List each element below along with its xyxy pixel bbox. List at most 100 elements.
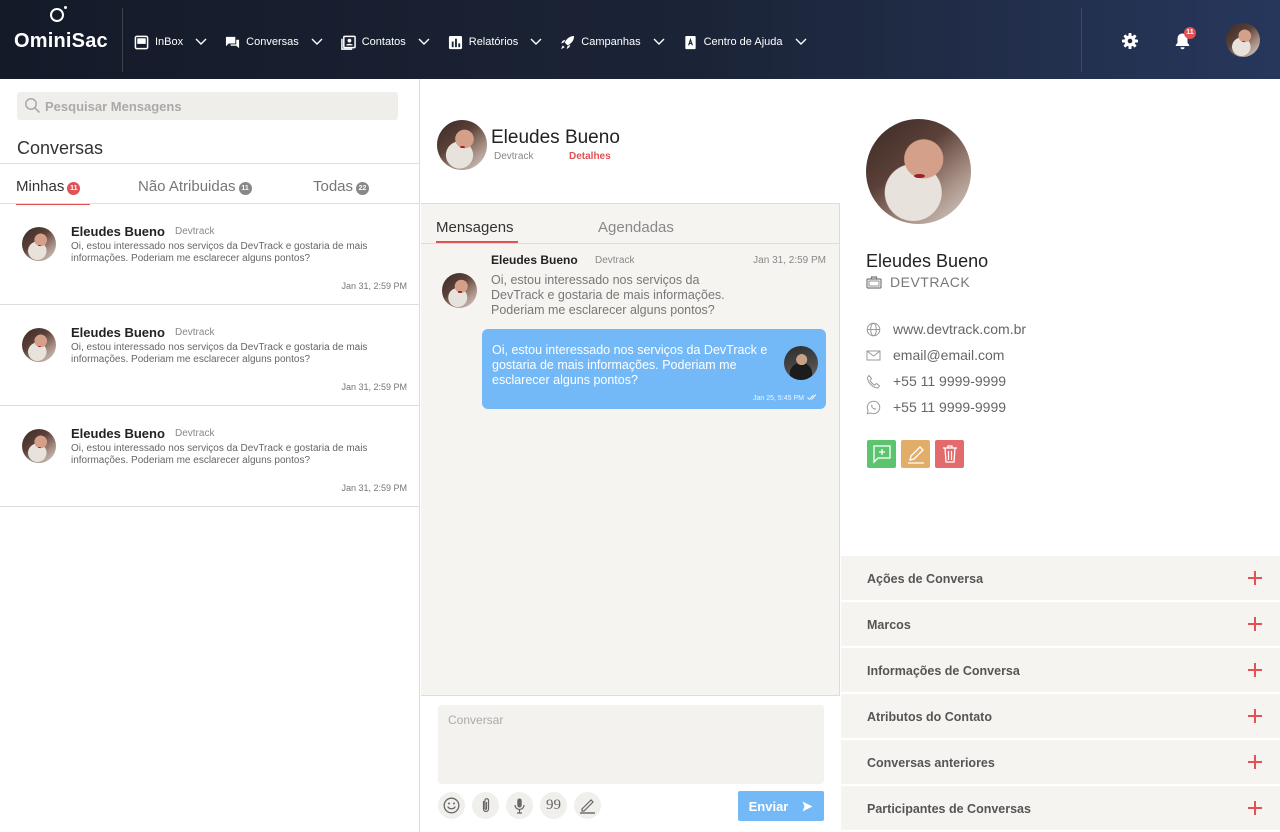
- avatar: [866, 119, 971, 224]
- list-item[interactable]: Eleudes Bueno Devtrack Oi, estou interes…: [0, 406, 420, 507]
- details-link[interactable]: Detalhes: [569, 151, 611, 162]
- conversation-tabs: Minhas 11 Não Atribuidas 11 Todas 22: [0, 175, 420, 205]
- tab-todas[interactable]: Todas 22: [313, 178, 370, 195]
- section-conversas-anteriores[interactable]: Conversas anteriores: [841, 740, 1280, 785]
- tab-label: Todas: [313, 178, 354, 195]
- section-label: Marcos: [867, 618, 911, 632]
- message-preview: Oi, estou interessado nos serviços da De…: [71, 241, 368, 264]
- mic-button[interactable]: [506, 792, 533, 819]
- quote-button[interactable]: 99: [540, 792, 567, 819]
- website-row: www.devtrack.com.br: [866, 321, 1026, 337]
- message-text: Oi, estou interessado nos serviços da De…: [492, 343, 768, 387]
- section-participantes-de-conversas[interactable]: Participantes de Conversas: [841, 786, 1280, 831]
- divider: [1081, 8, 1082, 72]
- company-name: DEVTRACK: [890, 274, 971, 290]
- double-check-icon: [807, 394, 817, 401]
- logo-mark: [50, 6, 67, 22]
- mail-icon: [866, 350, 881, 360]
- search-input[interactable]: [45, 96, 385, 116]
- nav-item-campanhas[interactable]: Campanhas: [560, 35, 665, 50]
- inbox-icon: [134, 35, 149, 49]
- edit-contact-button[interactable]: [901, 440, 930, 468]
- send-label: Enviar: [748, 798, 789, 814]
- mic-icon: [514, 798, 525, 814]
- notification-badge: 11: [1184, 27, 1196, 39]
- avatar: [442, 273, 477, 308]
- avatar[interactable]: [1226, 23, 1260, 57]
- tab-nao-atribuidas[interactable]: Não Atribuidas 11: [138, 178, 252, 195]
- nav-item-contatos[interactable]: Contatos: [340, 35, 430, 50]
- timestamp: Jan 31, 2:59 PM: [341, 382, 407, 392]
- section-label: Ações de Conversa: [867, 572, 984, 586]
- nav-item-conversas[interactable]: Conversas: [225, 35, 323, 50]
- email-row: email@email.com: [866, 347, 1004, 363]
- divider: [122, 8, 123, 72]
- avatar: [22, 328, 56, 362]
- list-item[interactable]: Eleudes Bueno Devtrack Oi, estou interes…: [0, 204, 420, 305]
- list-item[interactable]: Eleudes Bueno Devtrack Oi, estou interes…: [0, 305, 420, 406]
- nav-item-centro-de-ajuda[interactable]: Centro de Ajuda: [683, 35, 807, 50]
- message-preview: Oi, estou interessado nos serviços da De…: [71, 443, 368, 466]
- plus-icon: [1248, 617, 1262, 631]
- attach-icon: [482, 798, 490, 813]
- whatsapp-row: +55 11 9999-9999: [866, 399, 1006, 415]
- company-name: Devtrack: [175, 226, 215, 237]
- plus-icon: [1248, 801, 1262, 815]
- gear-icon[interactable]: [1121, 32, 1139, 50]
- section-acoes-de-conversa[interactable]: Ações de Conversa: [841, 556, 1280, 601]
- signature-button[interactable]: [574, 792, 601, 819]
- timestamp: Jan 25, 5:45 PM: [753, 395, 804, 402]
- contact-name: Eleudes Bueno: [71, 426, 165, 441]
- tab-agendadas[interactable]: Agendadas: [598, 219, 674, 236]
- sender-name: Eleudes Bueno: [491, 253, 578, 267]
- emoji-button[interactable]: [438, 792, 465, 819]
- contact-name: Eleudes Bueno: [491, 127, 620, 148]
- section-informacoes-de-conversa[interactable]: Informações de Conversa: [841, 648, 1280, 693]
- plus-icon: [1248, 755, 1262, 769]
- contact-name: Eleudes Bueno: [71, 224, 165, 239]
- nav-item-inbox[interactable]: InBox: [134, 35, 207, 50]
- nav-label: Campanhas: [581, 36, 641, 48]
- chat-panel: Eleudes Bueno Devtrack Detalhes Mensagen…: [421, 79, 840, 832]
- logo[interactable]: OminiSac: [14, 6, 108, 52]
- send-button[interactable]: Enviar: [738, 791, 824, 821]
- nav-item-relatorios[interactable]: Relatórios: [448, 35, 543, 50]
- tab-minhas[interactable]: Minhas 11: [16, 178, 91, 205]
- plus-icon: [1248, 709, 1262, 723]
- pencil-icon: [907, 446, 924, 464]
- count-badge: 11: [67, 181, 81, 195]
- timestamp: Jan 31, 2:59 PM: [341, 281, 407, 291]
- phone-number[interactable]: +55 11 9999-9999: [893, 373, 1006, 389]
- outgoing-message: Oi, estou interessado nos serviços da De…: [482, 329, 826, 409]
- email-link[interactable]: email@email.com: [893, 347, 1004, 363]
- plus-icon: [1248, 571, 1262, 585]
- send-icon: [802, 801, 813, 811]
- delete-contact-button[interactable]: [935, 440, 964, 468]
- section-marcos[interactable]: Marcos: [841, 602, 1280, 647]
- chat-icon: [226, 36, 240, 48]
- website-link[interactable]: www.devtrack.com.br: [893, 321, 1026, 337]
- search-box: [17, 92, 398, 120]
- whatsapp-number[interactable]: +55 11 9999-9999: [893, 399, 1006, 415]
- divider: [0, 163, 420, 164]
- whatsapp-icon: [866, 400, 881, 414]
- composer-area: 99 Enviar: [421, 695, 840, 832]
- attach-button[interactable]: [472, 792, 499, 819]
- avatar: [22, 429, 56, 463]
- add-message-icon: [872, 445, 891, 464]
- chevron-down-icon: [418, 38, 430, 45]
- new-conversation-button[interactable]: [867, 440, 896, 468]
- emoji-icon: [443, 797, 460, 814]
- section-atributos-do-contato[interactable]: Atributos do Contato: [841, 694, 1280, 739]
- phone-icon: [866, 374, 881, 389]
- company-name: Devtrack: [175, 327, 215, 338]
- chart-icon: [448, 35, 462, 49]
- briefcase-icon: [866, 276, 882, 289]
- tab-mensagens[interactable]: Mensagens: [436, 219, 518, 243]
- main-nav: InBox Conversas Contatos Relatórios Camp…: [134, 32, 825, 52]
- message-text: Oi, estou interessado nos serviços da De…: [491, 273, 725, 317]
- phone-row: +55 11 9999-9999: [866, 373, 1006, 389]
- chevron-down-icon: [653, 38, 665, 45]
- count-badge: 22: [356, 181, 370, 195]
- message-input[interactable]: [438, 705, 824, 784]
